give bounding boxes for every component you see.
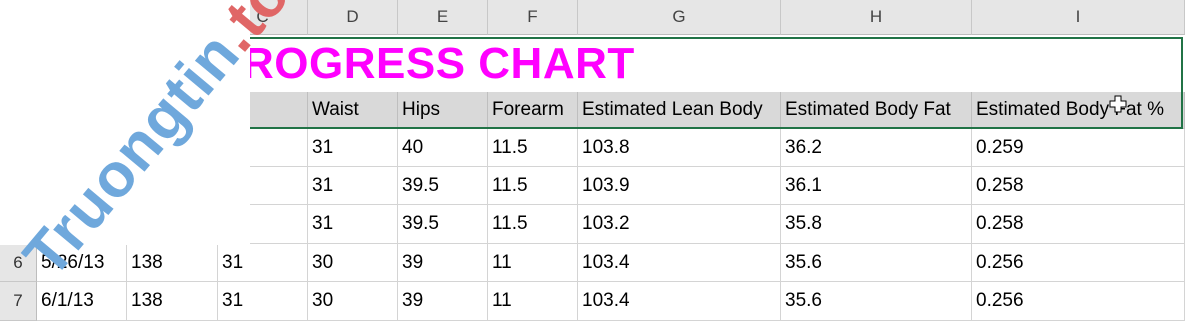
header-cell-lean-body[interactable]: Estimated Lean Body: [578, 92, 781, 129]
cell[interactable]: 103.8: [578, 129, 781, 167]
header-label: Forearm: [492, 99, 564, 120]
cell[interactable]: 31: [308, 167, 398, 205]
cell[interactable]: 31: [308, 129, 398, 167]
cell[interactable]: 31: [218, 282, 308, 321]
cell[interactable]: 11.5: [488, 129, 578, 167]
cell[interactable]: 138: [127, 282, 218, 321]
cell[interactable]: 39.5: [398, 167, 488, 205]
cell[interactable]: 36.2: [781, 129, 972, 167]
header-cell-hips[interactable]: Hips: [398, 92, 488, 129]
cell[interactable]: 39.5: [398, 205, 488, 244]
cell[interactable]: 0.258: [972, 205, 1185, 244]
column-letter: G: [672, 7, 686, 26]
cell[interactable]: 35.6: [781, 282, 972, 321]
cell[interactable]: 6/1/13: [37, 282, 127, 321]
column-letter: D: [346, 7, 359, 26]
column-header-h[interactable]: H: [781, 0, 972, 35]
header-cell-body-fat[interactable]: Estimated Body Fat: [781, 92, 972, 129]
header-label: Estimated Body Fat %: [976, 99, 1164, 120]
header-cell-forearm[interactable]: Forearm: [488, 92, 578, 129]
cell[interactable]: 30: [308, 282, 398, 321]
row-header-7[interactable]: 7: [0, 282, 37, 321]
column-header-e[interactable]: E: [398, 0, 488, 35]
cell[interactable]: 103.9: [578, 167, 781, 205]
cell[interactable]: 0.256: [972, 244, 1185, 282]
cell[interactable]: 11.5: [488, 167, 578, 205]
cell[interactable]: 103.2: [578, 205, 781, 244]
column-letter: I: [1075, 7, 1081, 26]
cell[interactable]: 36.1: [781, 167, 972, 205]
cell-cursor-icon: [1109, 95, 1127, 113]
header-cell-waist[interactable]: Waist: [308, 92, 398, 129]
header-label: Estimated Lean Body: [582, 99, 763, 120]
column-header-i[interactable]: I: [972, 0, 1185, 35]
cell[interactable]: 39: [398, 244, 488, 282]
column-letter: H: [869, 7, 883, 26]
cell[interactable]: 11: [488, 282, 578, 321]
header-cell-body-fat-pct[interactable]: Estimated Body Fat %: [972, 92, 1185, 129]
cell[interactable]: 138: [127, 244, 218, 282]
cell[interactable]: 103.4: [578, 282, 781, 321]
cell[interactable]: 0.256: [972, 282, 1185, 321]
cell[interactable]: 31: [218, 244, 308, 282]
cell[interactable]: 31: [308, 205, 398, 244]
cell[interactable]: 35.8: [781, 205, 972, 244]
header-label: Estimated Body Fat: [785, 99, 951, 120]
header-label: Hips: [402, 99, 441, 120]
cell[interactable]: 0.259: [972, 129, 1185, 167]
cell[interactable]: 40: [398, 129, 488, 167]
cell[interactable]: 103.4: [578, 244, 781, 282]
cell[interactable]: 39: [398, 282, 488, 321]
column-letter: F: [527, 7, 538, 26]
sheet-title[interactable]: ROGRESS CHART: [242, 38, 635, 90]
cell[interactable]: 11.5: [488, 205, 578, 244]
header-label: Waist: [312, 99, 359, 120]
cell[interactable]: 30: [308, 244, 398, 282]
column-header-f[interactable]: F: [488, 0, 578, 35]
cell[interactable]: 0.258: [972, 167, 1185, 205]
cell[interactable]: 11: [488, 244, 578, 282]
column-header-d[interactable]: D: [308, 0, 398, 35]
column-header-g[interactable]: G: [578, 0, 781, 35]
cell[interactable]: 35.6: [781, 244, 972, 282]
column-letter: E: [436, 7, 449, 26]
